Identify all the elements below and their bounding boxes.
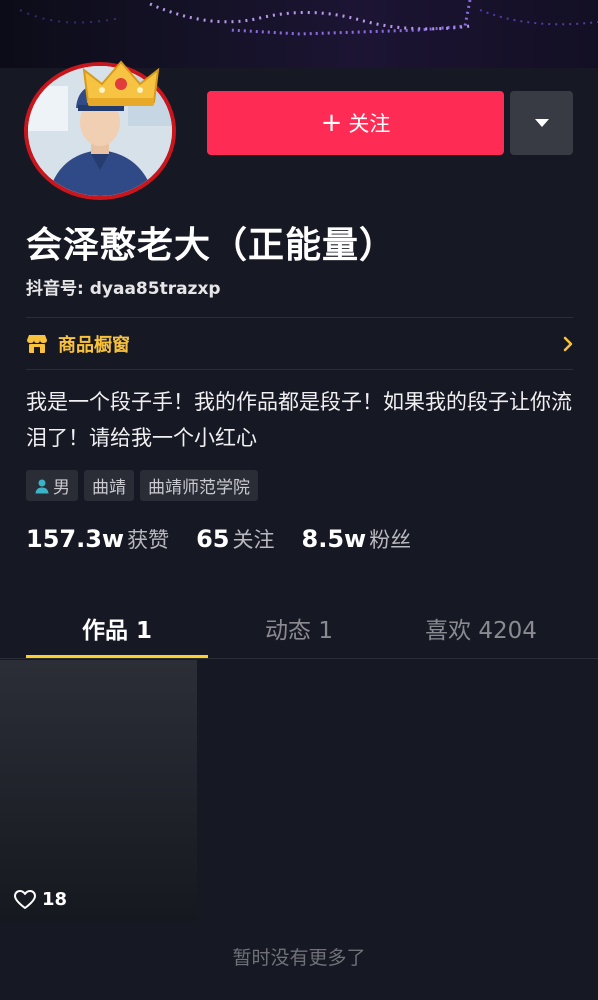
shop-window-label: 商品橱窗 xyxy=(58,335,130,356)
tag-label: 曲靖 xyxy=(92,478,126,498)
plus-icon: + xyxy=(320,108,343,138)
no-more-text: 暂时没有更多了 xyxy=(232,947,366,969)
stat-value: 65 xyxy=(196,525,230,553)
video-thumbnail[interactable]: 18 xyxy=(0,660,197,922)
heart-outline-icon xyxy=(14,889,36,909)
content-tabs: 作品 1 动态 1 喜欢 4204 xyxy=(26,600,573,658)
crown-icon xyxy=(82,60,160,106)
follow-label: 关注 xyxy=(348,112,391,136)
stat-value: 157.3w xyxy=(26,525,125,553)
tag-location: 曲靖 xyxy=(84,470,134,501)
stat-value: 8.5w xyxy=(301,525,367,553)
tag-label: 男 xyxy=(53,478,70,498)
profile-name: 会泽憨老大（正能量） xyxy=(26,225,397,266)
tag-gender: 男 xyxy=(26,470,78,501)
bio-text: 我是一个段子手！我的作品都是段子！如果我的段子让你流泪了！请给我一个小红心 xyxy=(26,390,572,450)
follow-button[interactable]: + 关注 xyxy=(207,91,504,155)
tab-likes[interactable]: 喜欢 4204 xyxy=(390,600,572,656)
tag-label: 曲靖师范学院 xyxy=(148,478,250,498)
stat-following[interactable]: 65 关注 xyxy=(196,524,274,554)
profile-page: + 关注 会泽憨老大（正能量） 抖音号: dyaa85trazxp 商品橱窗 我… xyxy=(0,0,598,1000)
divider xyxy=(26,369,573,370)
profile-tags: 男 曲靖 曲靖师范学院 xyxy=(26,470,258,501)
profile-stats: 157.3w 获赞 65 关注 8.5w 粉丝 xyxy=(26,524,438,554)
tabs-divider xyxy=(0,658,598,659)
shop-icon xyxy=(27,335,47,353)
stat-followers[interactable]: 8.5w 粉丝 xyxy=(302,524,412,554)
likes-count: 18 xyxy=(42,889,68,910)
stat-likes[interactable]: 157.3w 获赞 xyxy=(26,524,169,554)
stat-label: 关注 xyxy=(232,528,275,552)
more-options-button[interactable] xyxy=(510,91,573,155)
shop-window-row[interactable]: 商品橱窗 xyxy=(26,322,573,366)
tag-school: 曲靖师范学院 xyxy=(140,470,258,501)
tab-works[interactable]: 作品 1 xyxy=(26,600,208,658)
stat-label: 粉丝 xyxy=(369,528,412,552)
account-id: 抖音号: dyaa85trazxp xyxy=(26,279,221,299)
chevron-right-icon xyxy=(563,336,573,352)
avatar-container[interactable] xyxy=(24,58,178,202)
caret-down-icon xyxy=(534,119,549,127)
divider xyxy=(26,317,573,318)
tab-activity[interactable]: 动态 1 xyxy=(208,600,390,656)
stat-label: 获赞 xyxy=(127,528,170,552)
video-likes: 18 xyxy=(14,889,67,910)
person-icon xyxy=(35,479,49,493)
